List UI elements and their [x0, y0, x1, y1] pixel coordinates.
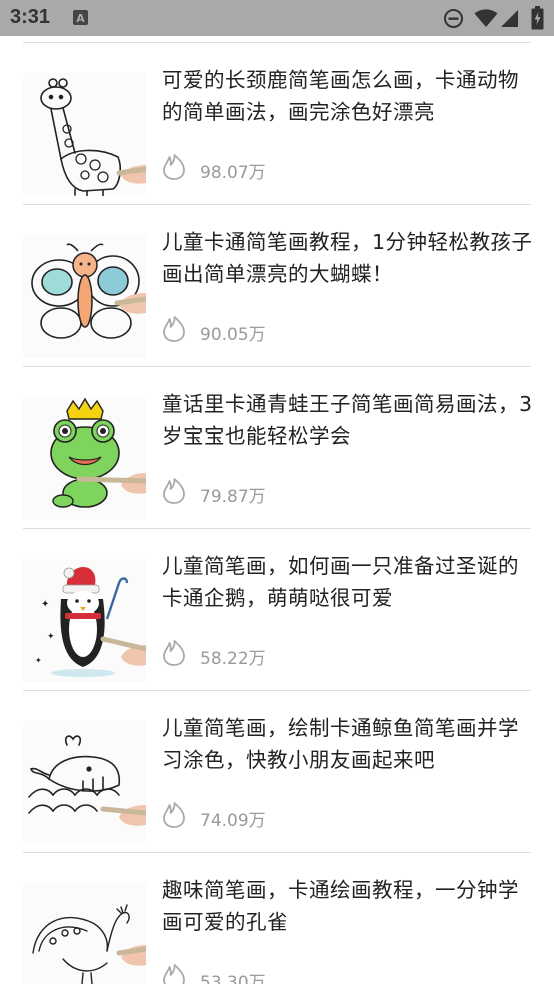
list-item[interactable]: ✦ ✦ ✦ 儿童简笔画，如何画一只准备过圣诞的卡通企鹅，萌萌哒很可爱 58.22万: [0, 528, 554, 690]
list-item[interactable]: 可爱的长颈鹿简笔画怎么画，卡通动物的简单画法，画完涂色好漂亮 98.07万: [0, 42, 554, 204]
svg-text:✦: ✦: [41, 599, 49, 610]
flame-icon: [163, 964, 185, 984]
cell-signal-icon: [500, 9, 519, 32]
view-count-text: 79.87万: [200, 487, 266, 507]
battery-charging-icon: [531, 6, 544, 34]
flame-icon: [163, 802, 185, 828]
thumbnail-butterfly[interactable]: [23, 235, 146, 358]
view-count-text: 74.09万: [200, 811, 266, 831]
item-title[interactable]: 趣味简笔画，卡通绘画教程，一分钟学画可爱的孔雀: [162, 874, 534, 938]
list-item[interactable]: 儿童卡通简笔画教程，1分钟轻松教孩子画出简单漂亮的大蝴蝶！ 90.05万: [0, 204, 554, 366]
flame-icon: [163, 478, 185, 504]
item-title[interactable]: 童话里卡通青蛙王子简笔画简易画法，3岁宝宝也能轻松学会: [162, 388, 534, 452]
do-not-disturb-icon: [443, 8, 464, 33]
svg-text:✦: ✦: [35, 656, 42, 665]
video-list: 可爱的长颈鹿简笔画怎么画，卡通动物的简单画法，画完涂色好漂亮 98.07万 儿童…: [0, 36, 554, 984]
thumbnail-frog-prince[interactable]: [23, 397, 146, 520]
status-time: 3:31: [10, 6, 51, 28]
list-item[interactable]: 童话里卡通青蛙王子简笔画简易画法，3岁宝宝也能轻松学会 79.87万: [0, 366, 554, 528]
thumbnail-penguin[interactable]: ✦ ✦ ✦: [23, 559, 146, 682]
thumbnail-whale[interactable]: [23, 721, 146, 844]
item-title[interactable]: 可爱的长颈鹿简笔画怎么画，卡通动物的简单画法，画完涂色好漂亮: [162, 64, 534, 128]
item-title[interactable]: 儿童卡通简笔画教程，1分钟轻松教孩子画出简单漂亮的大蝴蝶！: [162, 226, 534, 290]
flame-icon: [163, 316, 185, 342]
view-count-text: 58.22万: [200, 649, 266, 669]
svg-text:A: A: [76, 12, 85, 25]
item-title[interactable]: 儿童简笔画，如何画一只准备过圣诞的卡通企鹅，萌萌哒很可爱: [162, 550, 534, 614]
svg-text:✦: ✦: [47, 632, 55, 642]
list-item[interactable]: 趣味简笔画，卡通绘画教程，一分钟学画可爱的孔雀 53.30万: [0, 852, 554, 984]
item-title[interactable]: 儿童简笔画，绘制卡通鲸鱼简笔画并学习涂色，快教小朋友画起来吧: [162, 712, 534, 776]
thumbnail-giraffe[interactable]: [23, 73, 146, 196]
view-count-text: 53.30万: [200, 973, 266, 984]
view-count-text: 90.05万: [200, 325, 266, 345]
list-item[interactable]: 儿童简笔画，绘制卡通鲸鱼简笔画并学习涂色，快教小朋友画起来吧 74.09万: [0, 690, 554, 852]
flame-icon: [163, 154, 185, 180]
wifi-icon: [474, 9, 498, 32]
status-bar: 3:31 A: [0, 0, 554, 36]
flame-icon: [163, 640, 185, 666]
view-count-text: 98.07万: [200, 163, 266, 183]
thumbnail-peacock[interactable]: [23, 883, 146, 984]
notification-a-icon: A: [73, 10, 88, 29]
